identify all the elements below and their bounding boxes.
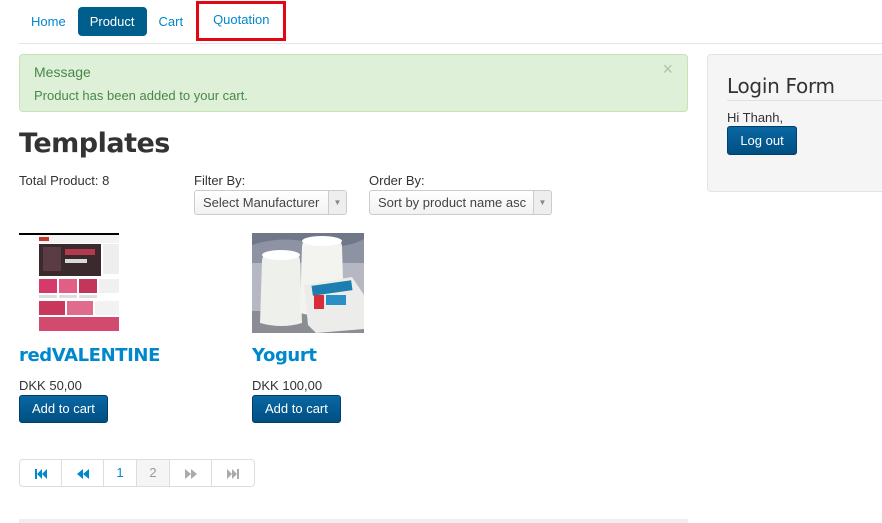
pagination: 1 2: [19, 459, 255, 487]
first-page-icon[interactable]: [20, 460, 62, 486]
order-label: Order By:: [369, 173, 425, 188]
page-current: 2: [137, 460, 170, 486]
add-to-cart-button[interactable]: Add to cart: [19, 395, 108, 423]
prev-page-icon: [76, 468, 89, 479]
prev-page-icon[interactable]: [62, 460, 104, 486]
success-alert: Message Product has been added to your c…: [19, 54, 688, 112]
nav-quotation[interactable]: Quotation: [196, 1, 287, 41]
nav-home[interactable]: Home: [19, 7, 78, 36]
last-page-icon[interactable]: [212, 460, 254, 486]
yogurt-photo-icon: [252, 233, 364, 333]
product-name-link[interactable]: redVALENTINE: [19, 345, 160, 366]
login-divider: [727, 100, 882, 101]
total-products: Total Product: 8: [19, 173, 110, 188]
close-icon[interactable]: ×: [662, 60, 673, 78]
page-link[interactable]: 1: [104, 460, 137, 486]
nav-divider: [19, 43, 882, 44]
manufacturer-select-value: Select Manufacturer: [203, 195, 320, 210]
nav-product[interactable]: Product: [77, 6, 147, 36]
login-panel: Login Form Hi Thanh, Log out: [707, 54, 882, 192]
login-title: Login Form: [727, 74, 835, 98]
footer-divider: [19, 519, 688, 523]
main-nav: Home Product Cart Quotation: [19, 1, 287, 41]
chevron-down-icon: ▼: [533, 191, 551, 214]
last-page-icon: [227, 468, 239, 479]
product-price: DKK 100,00: [252, 378, 323, 393]
order-select[interactable]: Sort by product name asc ▼: [369, 190, 552, 215]
chevron-down-icon: ▼: [328, 191, 346, 214]
logout-button[interactable]: Log out: [727, 126, 797, 155]
product-image-redvalentine[interactable]: [19, 233, 119, 333]
first-page-icon: [34, 468, 47, 479]
page-title: Templates: [19, 128, 170, 159]
template-thumbnail-icon: [19, 235, 119, 333]
add-to-cart-button[interactable]: Add to cart: [252, 395, 341, 423]
next-page-icon: [184, 468, 197, 479]
product-name-link[interactable]: Yogurt: [252, 345, 317, 366]
product-price: DKK 50,00: [19, 378, 82, 393]
product-image-yogurt[interactable]: [252, 233, 364, 333]
nav-cart[interactable]: Cart: [147, 7, 196, 36]
filter-label: Filter By:: [194, 173, 246, 188]
alert-message: Product has been added to your cart.: [34, 88, 248, 103]
manufacturer-select[interactable]: Select Manufacturer ▼: [194, 190, 347, 215]
alert-heading: Message: [34, 64, 91, 80]
order-select-value: Sort by product name asc: [378, 195, 527, 210]
next-page-icon[interactable]: [170, 460, 212, 486]
login-greeting: Hi Thanh,: [727, 110, 784, 125]
